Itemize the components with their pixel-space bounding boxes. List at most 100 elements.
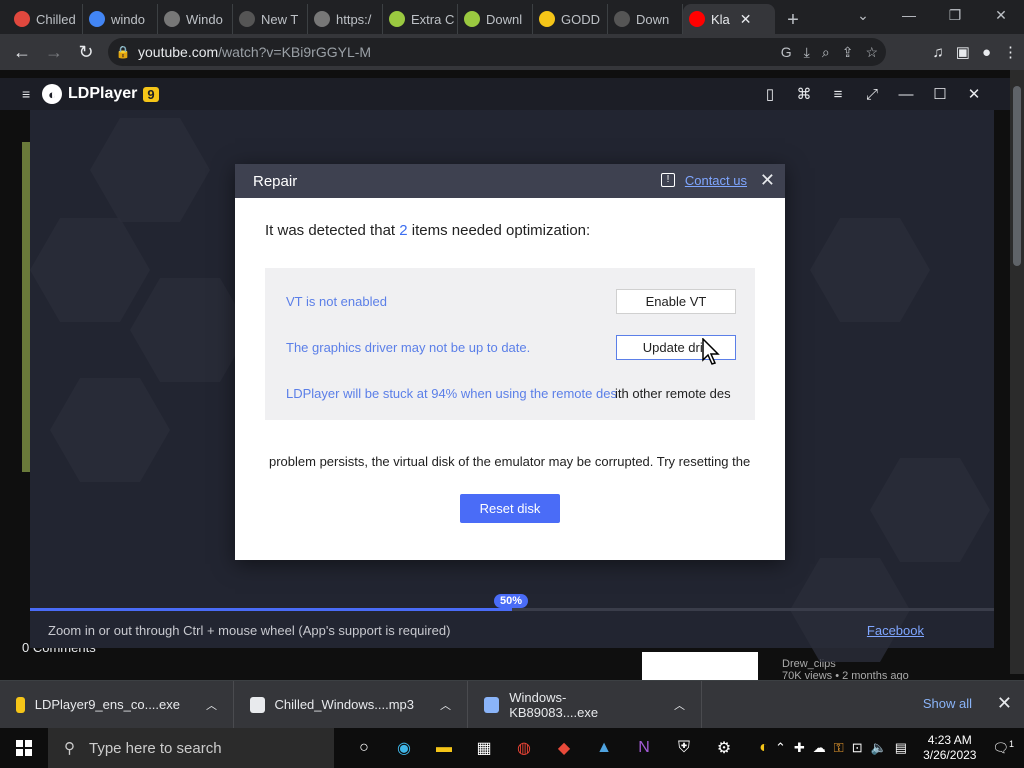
hamburger-icon[interactable]: ≡ [22,86,30,102]
show-all-downloads-button[interactable]: Show all [923,696,972,711]
tab-label: Kla [711,11,730,27]
tab-search-chevron-icon[interactable]: ⌄ [840,0,886,30]
ld-maximize-button[interactable]: ☐ [930,85,950,103]
media-control-icon[interactable]: ♫ [933,44,944,61]
tray-app-icon[interactable]: ✚ [794,740,805,756]
file-icon [250,696,265,713]
contact-us-link[interactable]: Contact us [685,173,747,188]
ld-close-button[interactable]: ✕ [964,85,984,103]
download-item[interactable]: Chilled_Windows....mp3 ︿ [234,680,468,729]
tray-chevron-icon[interactable]: ⌃ [775,740,786,756]
start-button[interactable] [0,728,48,768]
taskbar-search[interactable]: ⚲ Type here to search [48,728,334,768]
window-controls: ⌄ — ❐ ✕ [840,0,1024,34]
settings-gear-icon[interactable]: ⚙ [708,732,740,764]
address-bar[interactable]: 🔒 youtube.com/watch?v=KBi9rGGYL-M G ⤓ ⌕ … [108,38,886,66]
menu-kebab-icon[interactable]: ⋮ [1003,43,1018,61]
reload-button[interactable]: ↻ [70,36,102,68]
facebook-link[interactable]: Facebook [867,623,924,638]
download-options-chevron-icon[interactable]: ︿ [440,697,451,713]
close-tab-icon[interactable]: ✕ [740,11,752,28]
bookmark-star-icon[interactable]: ☆ [865,44,878,61]
store-icon[interactable]: ▦ [468,732,500,764]
browser-tab[interactable]: Chilled [8,4,83,34]
progress-fill [30,608,512,611]
ldplayer-icon [16,696,25,713]
minimize-button[interactable]: — [886,0,932,30]
download-item[interactable]: Windows-KB89083....exe ︿ [468,680,702,729]
browser-tab[interactable]: https:/ [308,4,383,34]
search-icon: ⚲ [64,740,75,757]
onenote-icon[interactable]: N [628,732,660,764]
browser-tab[interactable]: Windo [158,4,233,34]
download-options-chevron-icon[interactable]: ︿ [206,697,217,713]
lock-icon[interactable]: 🔒 [108,45,138,59]
ldplayer-name: LDPlayer [68,85,138,102]
feedback-icon[interactable]: ! [661,173,675,187]
video-thumbnail[interactable] [642,652,758,680]
volume-icon[interactable]: 🔈 [871,740,887,756]
browser-tab[interactable]: New T [233,4,308,34]
clock[interactable]: 4:23 AM 3/26/2023 [923,733,976,763]
install-app-icon[interactable]: ⤓ [804,44,810,61]
side-panel-icon[interactable]: ▣ [956,43,970,61]
forward-button[interactable]: → [38,36,70,68]
dialog-close-icon[interactable]: ✕ [760,170,775,191]
download-item[interactable]: LDPlayer9_ens_co....exe ︿ [0,680,234,729]
notification-center-icon[interactable]: 🗨1 [992,739,1014,756]
resize-icon[interactable]: ⤢ [862,86,882,103]
url-host: youtube.com [138,44,219,60]
photos-icon[interactable]: ▲ [588,732,620,764]
network-icon[interactable]: ⊡ [852,740,863,756]
chilled-icon [14,11,30,27]
paint-icon[interactable]: ◆ [548,732,580,764]
windows-logo-icon [16,740,32,756]
page-scrollbar[interactable] [1010,70,1024,674]
close-window-button[interactable]: ✕ [978,0,1024,30]
page-content: 0 Comments Drew_clips 70K views • 2 mont… [0,70,1024,680]
back-button[interactable]: ← [6,36,38,68]
security-shield-icon[interactable]: ⛨ [668,732,700,764]
phone-icon[interactable]: ▯ [760,85,780,103]
task-view-icon[interactable]: ○ [348,732,380,764]
browser-tab[interactable]: Extra C [383,4,458,34]
tab-label: windo [111,11,145,27]
share-icon[interactable]: ⇪ [842,44,854,61]
menu-icon[interactable]: ≡ [828,86,848,103]
tab-label: Windo [186,11,223,27]
language-icon[interactable]: ▤ [895,740,907,756]
download-options-chevron-icon[interactable]: ︿ [674,697,685,713]
file-explorer-icon[interactable]: ▬ [428,732,460,764]
close-download-bar-icon[interactable]: ✕ [997,693,1012,714]
edge-icon[interactable]: ◉ [388,732,420,764]
restore-button[interactable]: ❐ [932,0,978,30]
browser-toolbar: ← → ↻ 🔒 youtube.com/watch?v=KBi9rGGYL-M … [0,34,1024,70]
onedrive-icon[interactable]: ☁ [813,740,826,756]
tray-key-icon[interactable]: ⚿ [834,740,844,756]
google-lens-icon[interactable]: G [781,44,792,60]
browser-tab[interactable]: Downl [458,4,533,34]
issue-vt: VT is not enabled [286,294,387,309]
new-tab-button[interactable]: + [779,6,807,34]
mouse-cursor-icon [702,338,720,365]
gamepad-icon[interactable]: ⌘ [794,85,814,103]
issue-remote-desktop-tail: ith other remote des [615,386,731,401]
ldplayer-titlebar: ≡ ◐ LDPlayer 9 ▯ ⌘ ≡ ⤢ — ☐ ✕ [0,78,1024,110]
chrome-icon[interactable]: ◍ [508,732,540,764]
browser-tab[interactable]: Down [608,4,683,34]
profile-avatar-icon[interactable]: ● [982,44,991,61]
ldplayer-logo-icon: ◐ [42,84,62,104]
enable-vt-button[interactable]: Enable VT [616,289,736,314]
scrollbar-thumb[interactable] [1013,86,1021,266]
tab-strip: Chilled windo Windo New T https:/ Extra C Down… [0,0,1024,34]
browser-tab[interactable]: Kla ✕ [683,4,775,34]
tab-label: https:/ [336,11,372,27]
zoom-icon[interactable]: ⌕ [822,44,830,61]
ld-minimize-button[interactable]: — [896,86,916,103]
system-tray: ⌃ ✚ ☁ ⚿ ⊡ 🔈 ▤ 4:23 AM 3/26/2023 🗨1 [775,728,1024,768]
search-placeholder: Type here to search [89,739,222,757]
browser-tab[interactable]: GODD [533,4,608,34]
browser-tab[interactable]: windo [83,4,158,34]
reset-disk-button[interactable]: Reset disk [460,494,560,523]
background-hexagon [810,218,930,322]
